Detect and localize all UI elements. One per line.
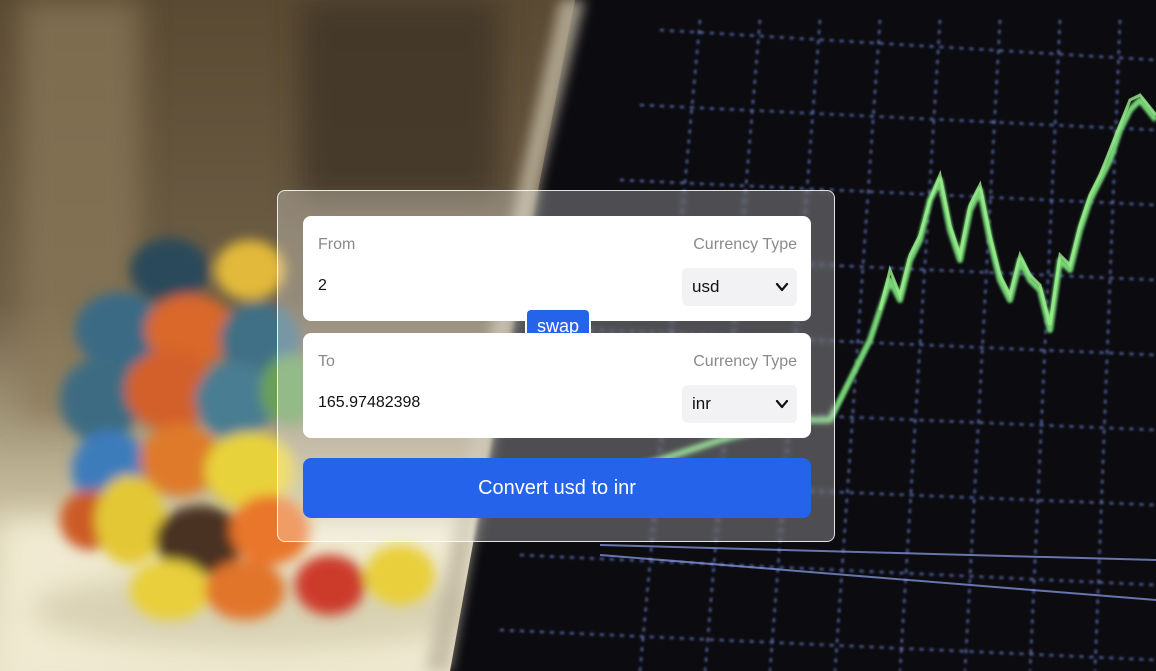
from-currency-type-label: Currency Type — [693, 236, 797, 253]
to-currency-select[interactable]: inr — [682, 385, 797, 423]
from-currency-select[interactable]: usd — [682, 268, 797, 306]
chevron-down-icon — [775, 399, 789, 409]
from-amount-input[interactable] — [318, 274, 618, 298]
from-section: From Currency Type usd — [303, 216, 811, 321]
convert-button[interactable]: Convert usd to inr — [303, 458, 811, 518]
to-label: To — [318, 353, 335, 370]
chevron-down-icon — [775, 282, 789, 292]
to-currency-value: inr — [692, 394, 711, 413]
converter-card: From Currency Type usd swap To Currency … — [277, 190, 835, 542]
to-section: To Currency Type inr — [303, 333, 811, 438]
to-amount-input[interactable] — [318, 391, 618, 415]
from-currency-value: usd — [692, 277, 720, 296]
to-currency-type-label: Currency Type — [693, 353, 797, 370]
from-label: From — [318, 236, 356, 253]
